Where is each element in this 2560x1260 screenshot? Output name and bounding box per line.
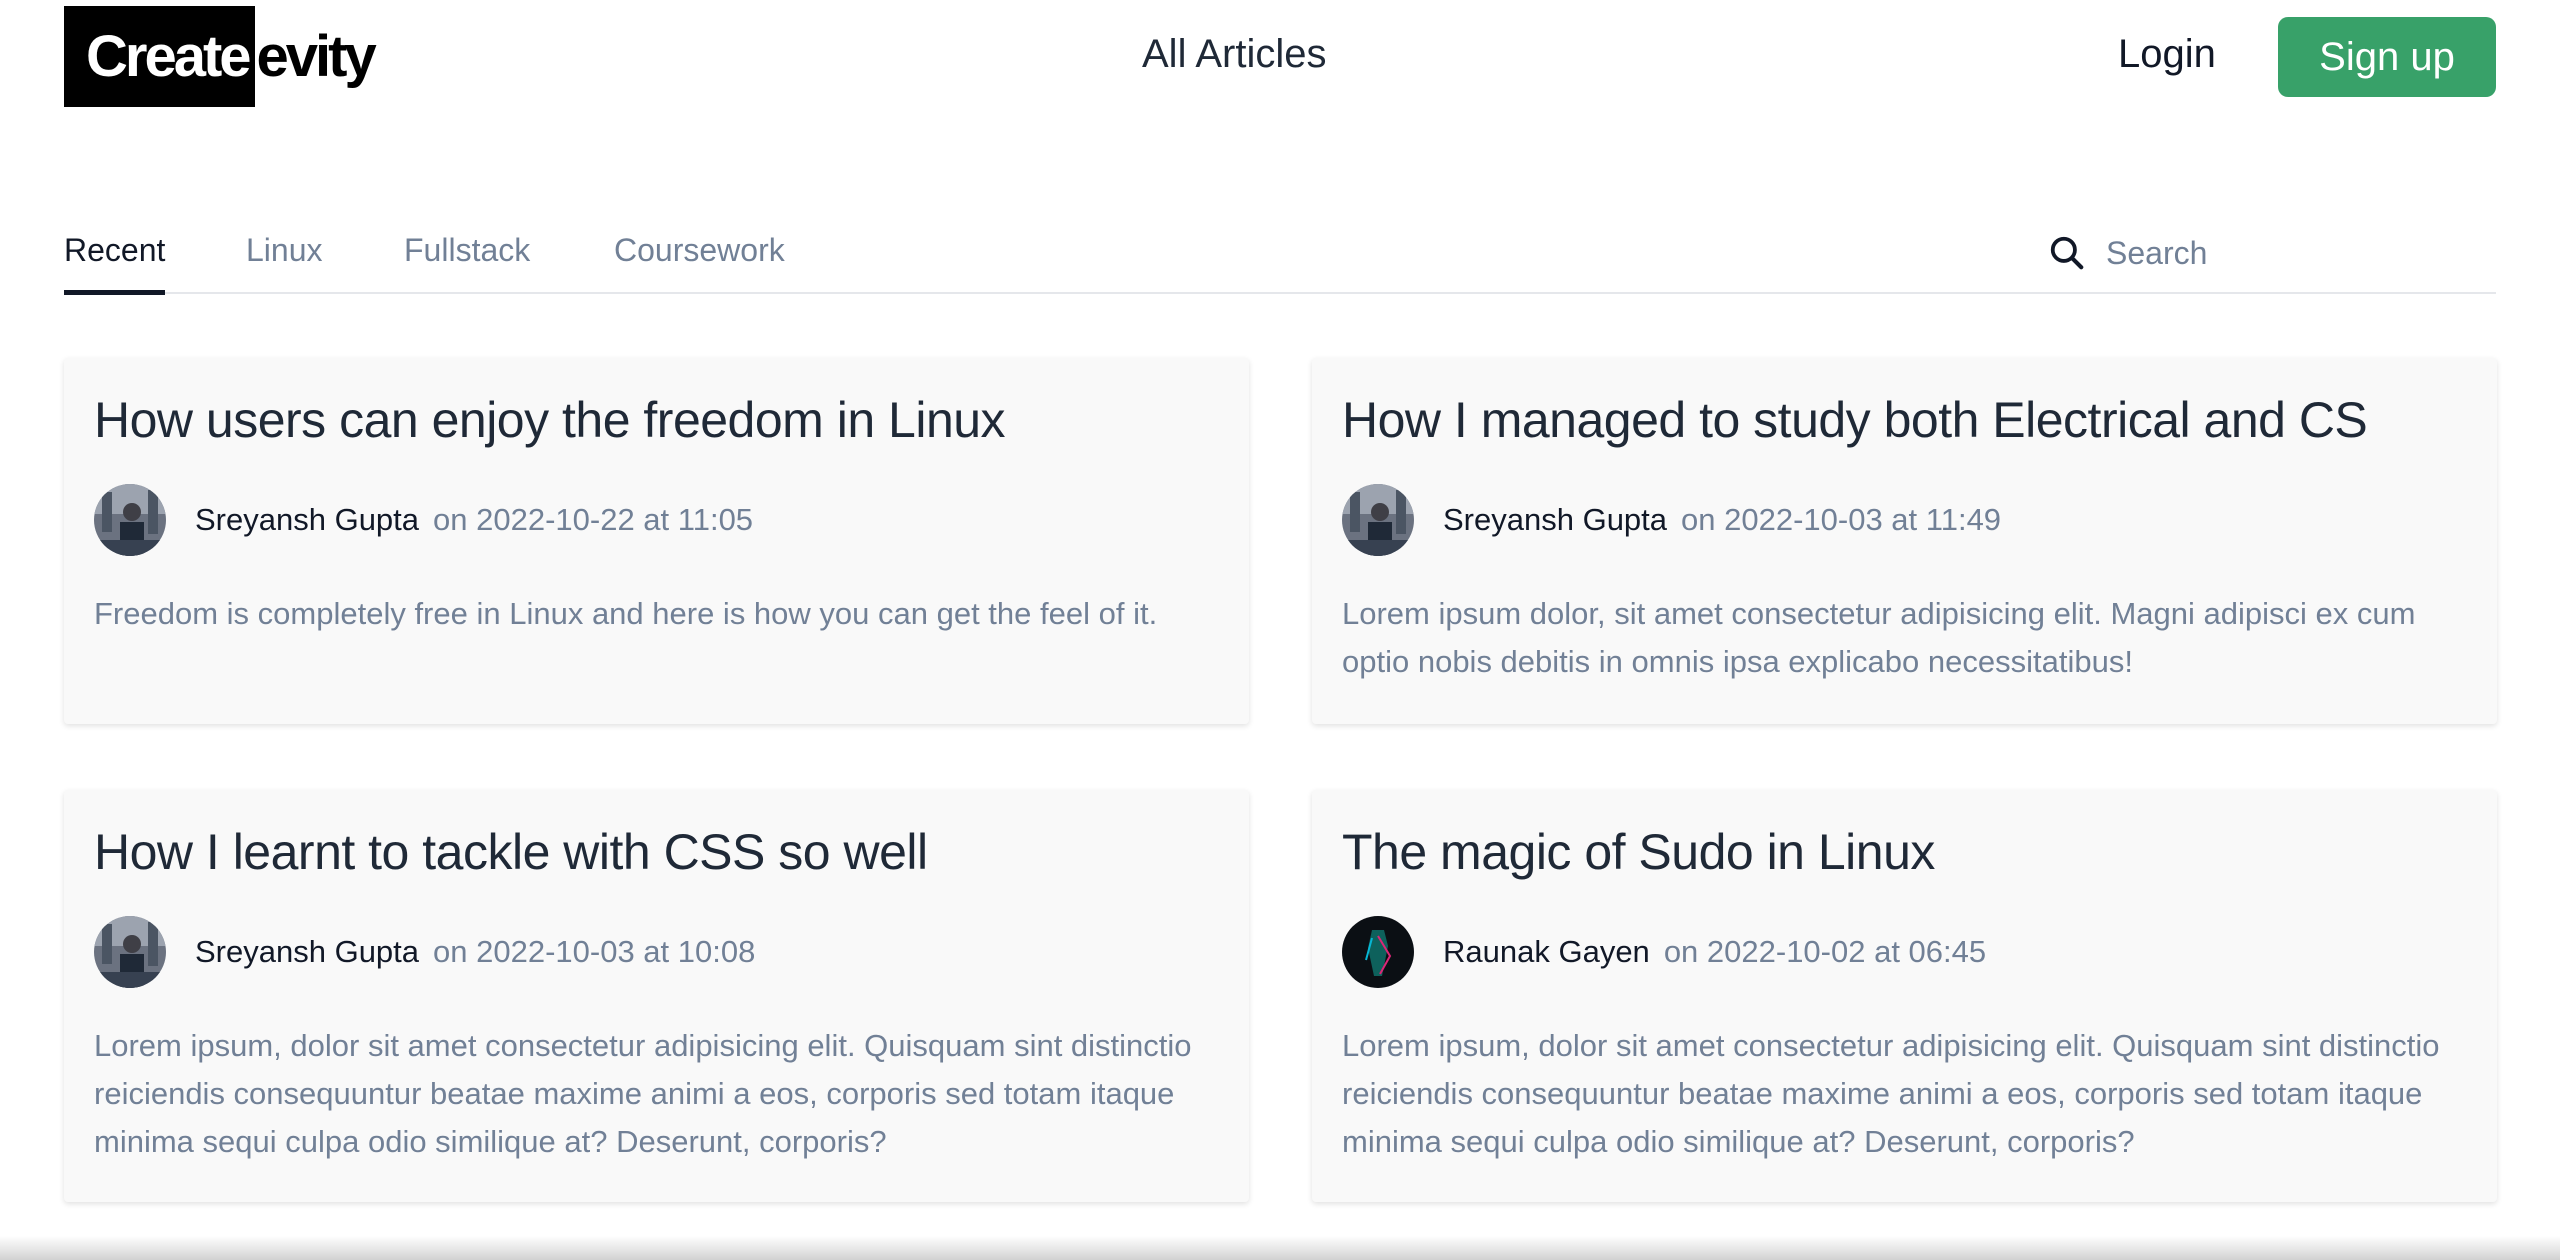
tab-fullstack[interactable]: Fullstack bbox=[404, 232, 530, 293]
article-excerpt: Lorem ipsum, dolor sit amet consectetur … bbox=[1342, 1028, 2440, 1159]
publish-date: on 2022-10-03 at 11:49 bbox=[1681, 502, 2002, 537]
article-excerpt: Lorem ipsum dolor, sit amet consectetur … bbox=[1342, 596, 2416, 679]
window-bottom-shadow bbox=[0, 1236, 2560, 1260]
article-title[interactable]: How I managed to study both Electrical a… bbox=[1342, 390, 2467, 450]
article-excerpt: Lorem ipsum, dolor sit amet consectetur … bbox=[94, 1028, 1192, 1159]
avatar bbox=[1342, 916, 1414, 988]
author-name[interactable]: Sreyansh Gupta bbox=[1443, 502, 1667, 538]
article-meta: Raunak Gayen on 2022-10-02 at 06:45 bbox=[1342, 916, 2467, 988]
article-card[interactable]: How I learnt to tackle with CSS so well … bbox=[64, 790, 1249, 1202]
logo-bold-text: Create bbox=[64, 6, 255, 107]
publish-date: on 2022-10-02 at 06:45 bbox=[1663, 934, 1987, 969]
article-meta: Sreyansh Gupta on 2022-10-03 at 10:08 bbox=[94, 916, 1219, 988]
tab-recent[interactable]: Recent bbox=[64, 232, 166, 295]
avatar bbox=[94, 916, 166, 988]
search-box bbox=[2048, 228, 2526, 278]
tab-linux[interactable]: Linux bbox=[246, 232, 323, 293]
author-name[interactable]: Sreyansh Gupta bbox=[195, 934, 419, 970]
search-input[interactable] bbox=[2106, 234, 2526, 272]
page: Create evity All Articles Login Sign up … bbox=[0, 0, 2560, 1260]
category-tabs: Recent Linux Fullstack Coursework bbox=[64, 210, 2526, 295]
article-title[interactable]: How users can enjoy the freedom in Linux bbox=[94, 390, 1219, 450]
article-card[interactable]: How I managed to study both Electrical a… bbox=[1312, 358, 2497, 724]
login-link[interactable]: Login bbox=[2118, 32, 2216, 77]
article-title[interactable]: How I learnt to tackle with CSS so well bbox=[94, 822, 1219, 882]
article-meta: Sreyansh Gupta on 2022-10-03 at 11:49 bbox=[1342, 484, 2467, 556]
signup-button[interactable]: Sign up bbox=[2278, 17, 2496, 97]
article-title[interactable]: The magic of Sudo in Linux bbox=[1342, 822, 2467, 882]
article-card[interactable]: The magic of Sudo in Linux Raunak Gayen … bbox=[1312, 790, 2497, 1202]
author-name[interactable]: Sreyansh Gupta bbox=[195, 502, 419, 538]
site-logo[interactable]: Create evity bbox=[64, 6, 377, 107]
author-name[interactable]: Raunak Gayen bbox=[1443, 934, 1650, 970]
publish-date: on 2022-10-03 at 10:08 bbox=[433, 934, 756, 969]
article-card[interactable]: How users can enjoy the freedom in Linux… bbox=[64, 358, 1249, 724]
tab-coursework[interactable]: Coursework bbox=[614, 232, 785, 293]
search-icon[interactable] bbox=[2048, 234, 2086, 272]
article-meta: Sreyansh Gupta on 2022-10-22 at 11:05 bbox=[94, 484, 1219, 556]
publish-date: on 2022-10-22 at 11:05 bbox=[433, 502, 754, 537]
avatar bbox=[94, 484, 166, 556]
all-articles-link[interactable]: All Articles bbox=[1142, 32, 1327, 77]
logo-rest-text: evity bbox=[256, 24, 377, 89]
article-excerpt: Freedom is completely free in Linux and … bbox=[94, 596, 1158, 631]
avatar bbox=[1342, 484, 1414, 556]
site-header: Create evity All Articles Login Sign up bbox=[0, 0, 2560, 116]
